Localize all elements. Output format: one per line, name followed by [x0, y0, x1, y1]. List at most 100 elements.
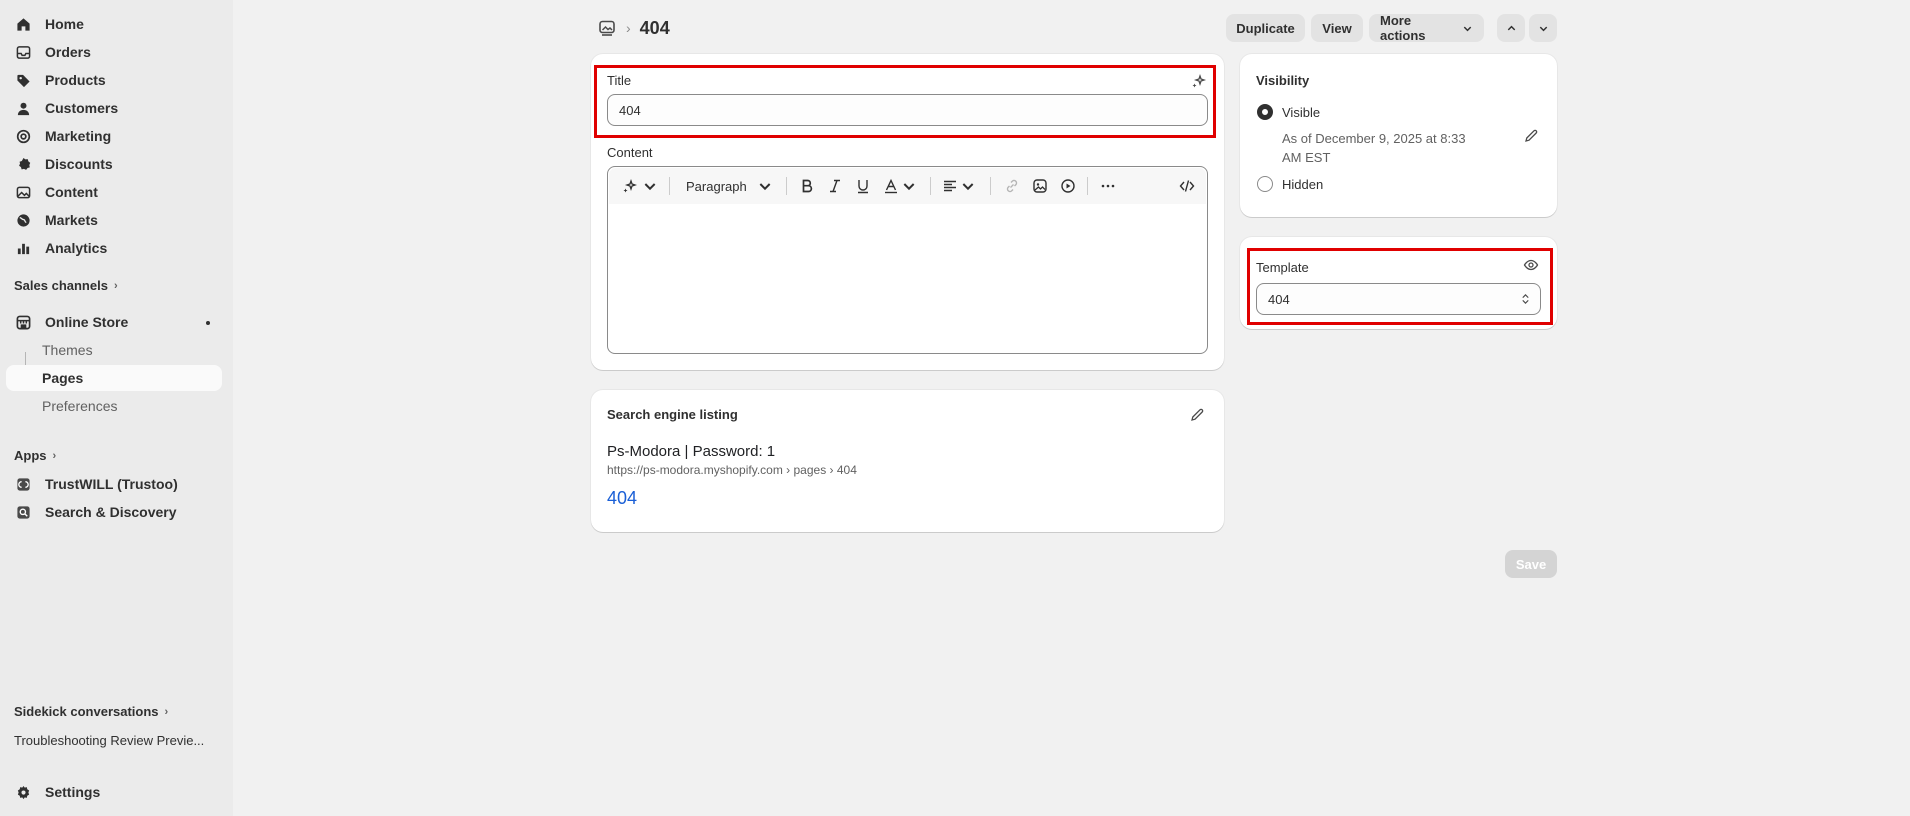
align-left-icon: [942, 178, 958, 194]
seo-heading: Search engine listing: [607, 407, 738, 422]
save-button-label: Save: [1515, 556, 1547, 572]
chevron-right-icon: ›: [164, 705, 169, 718]
sidebar-item-label: Marketing: [45, 128, 112, 144]
sidebar-app-label: TrustWILL (Trustoo): [45, 476, 178, 492]
bold-icon[interactable]: [799, 176, 815, 196]
next-page-button[interactable]: [1529, 14, 1557, 42]
sidebar-sub-preferences[interactable]: Preferences: [6, 393, 222, 419]
sidebar-sub-themes[interactable]: Themes: [6, 337, 222, 363]
sidebar-app-label: Search & Discovery: [45, 504, 177, 520]
underline-icon[interactable]: [855, 176, 871, 196]
sidebar-sub-label: Preferences: [42, 398, 118, 414]
sidebar-app-search-discovery[interactable]: Search & Discovery: [6, 499, 222, 525]
sidebar-item-customers[interactable]: Customers: [6, 95, 222, 121]
magic-sparkle-icon: [622, 178, 638, 194]
insert-image-icon[interactable]: [1032, 176, 1048, 196]
link-icon[interactable]: [1004, 176, 1020, 196]
hidden-radio[interactable]: [1257, 176, 1273, 192]
sidekick-conversation-item[interactable]: Troubleshooting Review Previe...: [14, 733, 204, 748]
sales-channels-header[interactable]: Sales channels ›: [14, 278, 118, 293]
template-highlight-box: [1247, 248, 1553, 325]
align-button[interactable]: [942, 176, 976, 196]
pages-icon[interactable]: [598, 19, 616, 37]
sidebar-item-label: Home: [45, 16, 84, 32]
toolbar-divider: [990, 177, 991, 195]
chevron-down-icon: [1538, 23, 1549, 34]
chevron-down-icon: [901, 178, 917, 194]
store-icon: [13, 312, 33, 332]
edit-date-pencil-icon[interactable]: [1523, 128, 1539, 144]
sidebar-item-products[interactable]: Products: [6, 67, 222, 93]
sidebar-item-analytics[interactable]: Analytics: [6, 235, 222, 261]
duplicate-button[interactable]: Duplicate: [1226, 14, 1305, 42]
sidebar-item-home[interactable]: Home: [6, 11, 222, 37]
seo-site-title: Ps-Modora | Password: 1: [607, 443, 776, 460]
edit-seo-pencil-icon[interactable]: [1189, 407, 1205, 423]
sidekick-conversation-label: Troubleshooting Review Previe...: [14, 733, 205, 748]
visible-date: As of December 9, 2025 at 8:33 AM EST: [1282, 131, 1466, 165]
visible-label: Visible: [1282, 105, 1321, 120]
more-options-icon[interactable]: [1100, 176, 1116, 196]
discount-icon: [13, 154, 33, 174]
seo-url: https://ps-modora.myshopify.com › pages …: [607, 463, 857, 477]
more-actions-button[interactable]: More actions: [1369, 13, 1484, 43]
code-view-icon[interactable]: [1179, 176, 1195, 196]
sidekick-header[interactable]: Sidekick conversations ›: [14, 704, 168, 719]
content-editor[interactable]: Paragraph: [607, 166, 1208, 354]
apps-label: Apps: [14, 448, 47, 463]
sidebar-item-orders[interactable]: Orders: [6, 39, 222, 65]
target-icon: [13, 126, 33, 146]
view-button[interactable]: View: [1311, 14, 1363, 42]
toolbar-divider: [786, 177, 787, 195]
sidekick-label: Sidekick conversations: [14, 704, 159, 719]
sidebar-item-label: Content: [45, 184, 98, 200]
italic-icon[interactable]: [827, 176, 843, 196]
paragraph-format-label: Paragraph: [686, 178, 747, 194]
chevron-up-icon: [1506, 23, 1517, 34]
toolbar-divider: [1087, 177, 1088, 195]
seo-page-title: 404: [607, 488, 638, 508]
sidebar-item-marketing[interactable]: Marketing: [6, 123, 222, 149]
sidebar-item-discounts[interactable]: Discounts: [6, 151, 222, 177]
sidebar-sub-label: Pages: [42, 370, 84, 386]
sidebar-item-label: Discounts: [45, 156, 113, 172]
title-highlight-box: [594, 65, 1216, 138]
sidebar-item-label: Products: [45, 72, 106, 88]
visibility-heading: Visibility: [1256, 73, 1310, 88]
image-icon: [13, 182, 33, 202]
content-label: Content: [607, 145, 653, 160]
sidebar-app-trustwill[interactable]: TrustWILL (Trustoo): [6, 471, 222, 497]
insert-video-icon[interactable]: [1060, 176, 1076, 196]
breadcrumb: › 404: [598, 16, 670, 40]
chevron-right-icon: ›: [113, 279, 118, 292]
save-button[interactable]: Save: [1505, 550, 1557, 578]
sidebar: Home Orders Products Customers Marketing…: [0, 0, 233, 816]
visible-radio[interactable]: [1257, 104, 1273, 120]
bar-chart-icon: [13, 238, 33, 258]
chevron-down-icon: [960, 178, 976, 194]
sidebar-item-content[interactable]: Content: [6, 179, 222, 205]
editor-toolbar: Paragraph: [609, 168, 1206, 204]
sidebar-item-settings[interactable]: Settings: [6, 779, 222, 805]
sidebar-item-online-store[interactable]: Online Store: [6, 309, 222, 335]
text-color-button[interactable]: [883, 176, 917, 196]
apps-header[interactable]: Apps ›: [14, 448, 56, 463]
gear-icon: [13, 782, 33, 802]
ai-generate-button[interactable]: [622, 176, 658, 196]
sidebar-item-label: Settings: [45, 784, 101, 800]
sidebar-item-label: Markets: [45, 212, 98, 228]
text-color-icon: [883, 178, 899, 194]
tag-icon: [13, 70, 33, 90]
chevron-down-icon: [1462, 23, 1473, 34]
person-icon: [13, 98, 33, 118]
sidebar-sub-pages[interactable]: Pages: [6, 365, 222, 391]
page-title: 404: [639, 17, 670, 38]
inbox-icon: [13, 42, 33, 62]
chevron-down-icon: [642, 178, 658, 194]
hidden-label: Hidden: [1282, 177, 1324, 192]
previous-page-button[interactable]: [1497, 14, 1525, 42]
sidebar-item-markets[interactable]: Markets: [6, 207, 222, 233]
sidebar-item-label: Online Store: [45, 314, 129, 330]
paragraph-format-select[interactable]: Paragraph: [686, 176, 773, 196]
toolbar-divider: [930, 177, 931, 195]
